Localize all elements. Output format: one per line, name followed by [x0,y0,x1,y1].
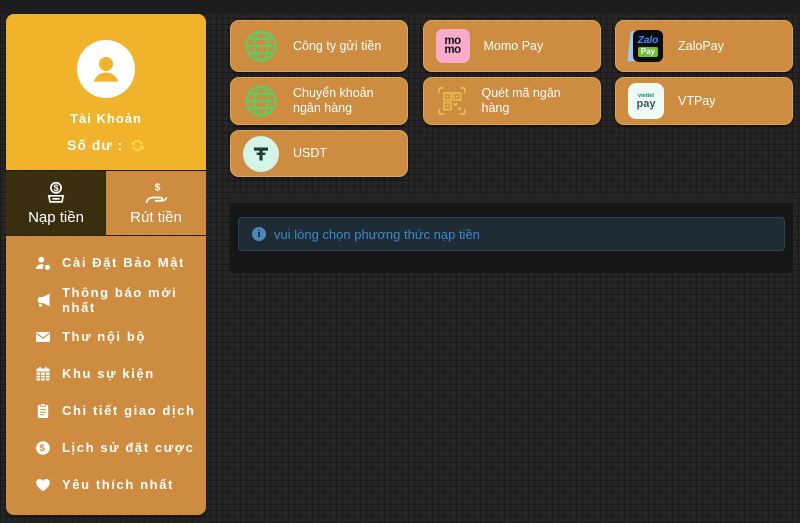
method-label: VTPay [678,94,716,109]
sidebar-item-latest-notifications[interactable]: Thông báo mới nhất [6,281,206,318]
vtpay-icon: viettel pay [628,83,664,119]
tab-withdraw[interactable]: $ Rút tiền [106,171,206,235]
method-bank-transfer[interactable]: Chuyển khoản ngân hàng [230,77,408,125]
method-company-transfer[interactable]: Công ty gửi tiền [230,20,408,72]
sidebar-item-security-settings[interactable]: Cài Đặt Bảo Mật [6,244,206,281]
method-bank-qr[interactable]: Quét mã ngân hàng [423,77,601,125]
circle-dollar-icon: $ [35,440,51,456]
calendar-icon [35,366,51,382]
notice-alert: i vui lòng chọn phương thức nạp tiền [238,217,785,251]
method-vtpay[interactable]: viettel pay VTPay [615,77,793,125]
sidebar-item-event-zone[interactable]: Khu sự kiện [6,355,206,392]
wallet-tabs: $ Nạp tiền $ Rút tiền [6,171,206,235]
user-gear-icon [35,255,51,271]
tether-icon [243,136,279,172]
menu-label: Lịch sử đặt cược [62,440,194,455]
balance-row: Số dư : [67,137,145,153]
method-label: Chuyển khoản ngân hàng [293,86,395,116]
zalopay-text: Zalo [638,36,659,46]
notice-text: vui lòng chọn phương thức nạp tiền [274,227,480,242]
method-zalopay[interactable]: Zalo Pay ZaloPay [615,20,793,72]
panel-header-strip [230,193,793,203]
zalopay-badge: Pay [638,47,658,57]
coin-deposit-icon: $ [43,180,69,206]
account-profile-card: Tài Khoản Số dư : [6,14,206,170]
menu-label: Thư nội bộ [62,329,146,344]
qr-code-icon [436,85,468,117]
sidebar-item-internal-mail[interactable]: Thư nội bộ [6,318,206,355]
globe-icon [243,83,279,119]
tab-withdraw-label: Rút tiền [130,209,182,226]
menu-label: Yêu thích nhất [62,477,174,492]
sidebar: Tài Khoản Số dư : $ Nạp tiền $ [6,14,206,515]
svg-text:$: $ [155,182,161,193]
vtpay-text: pay [637,99,656,110]
avatar [77,40,135,98]
menu-label: Thông báo mới nhất [62,285,206,315]
menu-label: Khu sự kiện [62,366,155,381]
method-label: ZaloPay [678,39,724,54]
momo-text: mo [444,46,460,56]
method-label: USDT [293,146,327,161]
zalopay-icon: Zalo Pay [628,28,664,64]
svg-text:$: $ [53,183,58,193]
menu-label: Cài Đặt Bảo Mật [62,255,185,270]
method-usdt[interactable]: USDT [230,130,408,177]
method-label: Quét mã ngân hàng [482,86,588,116]
sidebar-item-bet-history[interactable]: $ Lịch sử đặt cược [6,429,206,466]
menu-label: Chi tiết giao dịch [62,403,196,418]
clipboard-icon [35,403,51,419]
top-strip [0,0,800,14]
tab-deposit[interactable]: $ Nạp tiền [6,171,106,235]
sidebar-menu: Cài Đặt Bảo Mật Thông báo mới nhất Thư n… [6,236,206,515]
globe-icon [243,28,279,64]
momo-icon: mo mo [436,29,470,63]
tab-deposit-label: Nạp tiền [28,209,84,226]
user-icon [86,49,126,89]
refresh-balance-icon[interactable] [130,138,145,153]
zalopay-square: Zalo Pay [633,30,663,62]
method-label: Momo Pay [484,39,544,54]
bullhorn-icon [35,292,51,308]
balance-label: Số dư : [67,137,123,153]
envelope-icon [35,329,51,345]
method-momo-pay[interactable]: mo mo Momo Pay [423,20,601,72]
deposit-panel: i vui lòng chọn phương thức nạp tiền [230,193,793,273]
info-icon: i [252,227,266,241]
sidebar-item-favorites[interactable]: Yêu thích nhất [6,466,206,503]
heart-icon [35,477,51,493]
deposit-methods-grid: Công ty gửi tiền mo mo Momo Pay Zalo Pay… [230,20,793,177]
sidebar-item-transaction-details[interactable]: Chi tiết giao dịch [6,392,206,429]
hand-dollar-icon: $ [143,180,169,206]
svg-text:$: $ [40,443,47,454]
account-title: Tài Khoản [70,111,142,126]
method-label: Công ty gửi tiền [293,39,381,54]
